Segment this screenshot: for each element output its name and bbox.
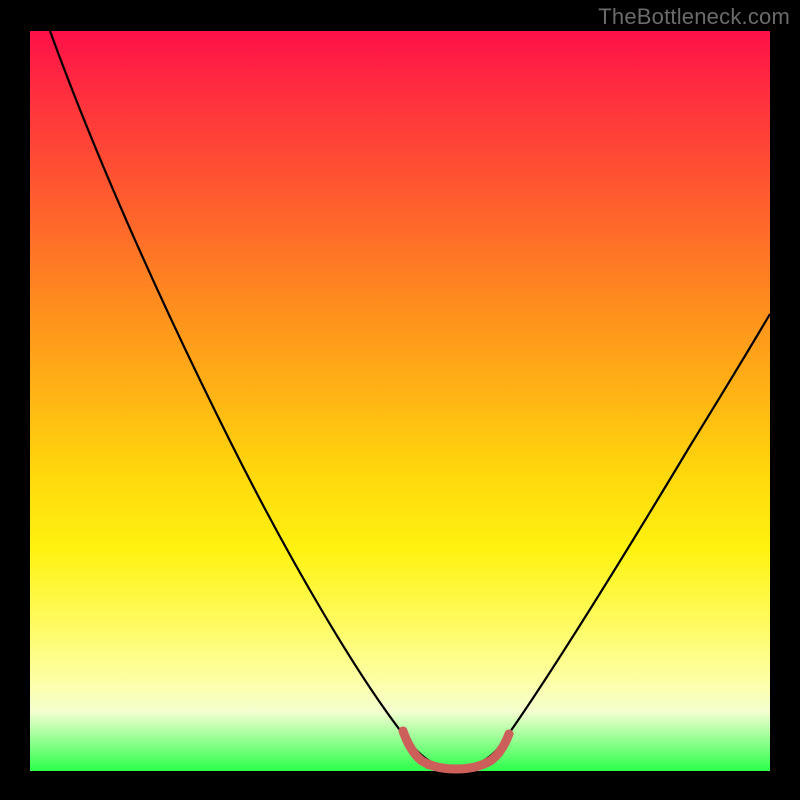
watermark-text: TheBottleneck.com [598, 4, 790, 30]
chart-frame: TheBottleneck.com [0, 0, 800, 800]
plot-area [30, 31, 770, 771]
curve-svg [30, 31, 770, 771]
optimal-plateau [403, 731, 509, 769]
bottleneck-curve [50, 31, 770, 766]
